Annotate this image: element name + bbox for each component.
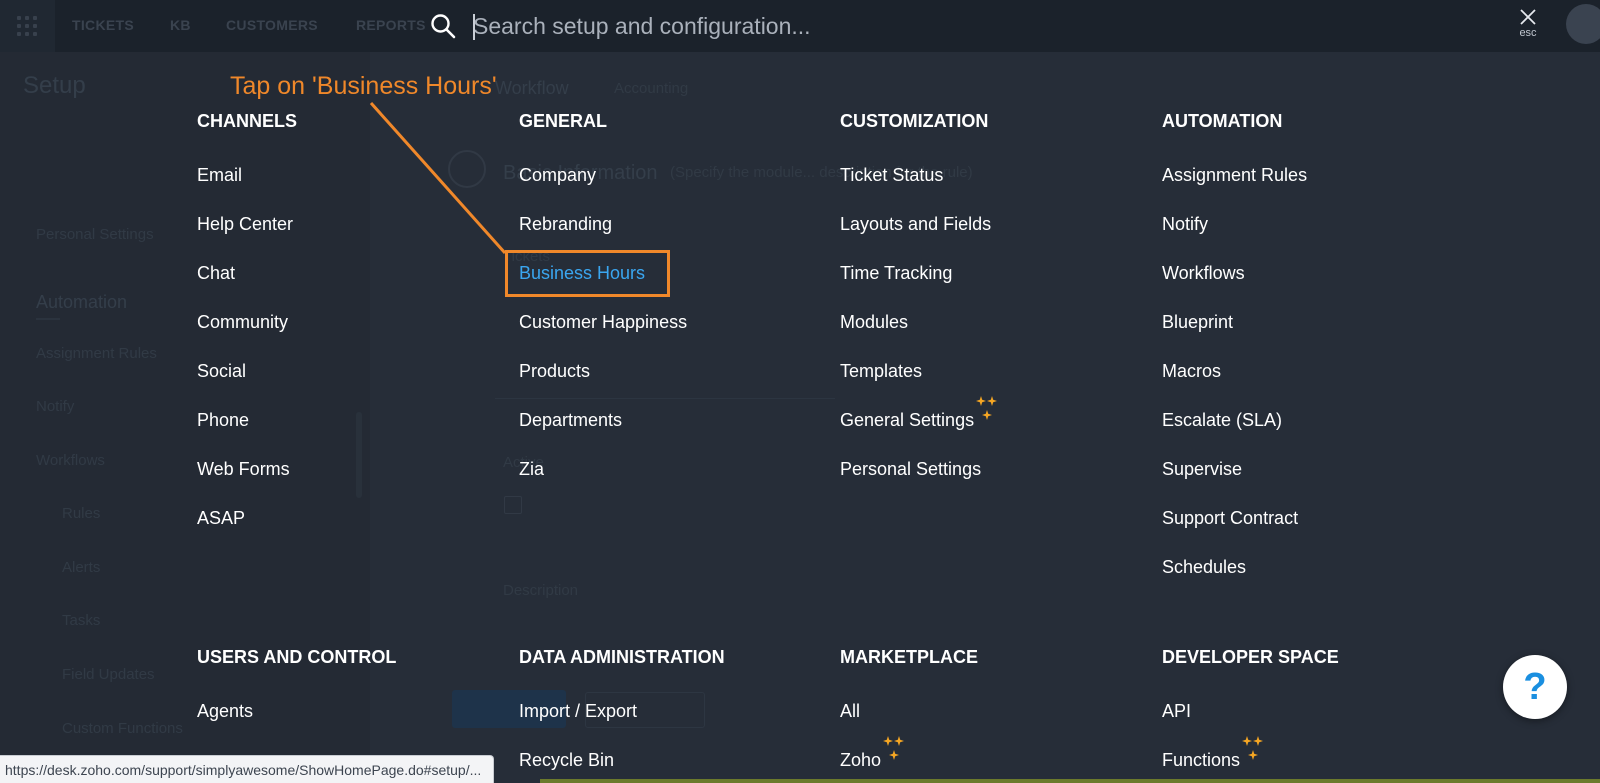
menu-item-macros[interactable]: Macros: [1162, 359, 1307, 408]
menu-item-customer-happiness[interactable]: Customer Happiness: [519, 310, 687, 359]
section-heading: DATA ADMINISTRATION: [519, 647, 725, 667]
section-heading: DEVELOPER SPACE: [1162, 647, 1339, 667]
menu-item-templates[interactable]: Templates: [840, 359, 998, 408]
menu-item-departments[interactable]: Departments: [519, 408, 687, 457]
sparkle-icon: [883, 736, 905, 760]
menu-section-customization: CUSTOMIZATION Ticket Status Layouts and …: [840, 109, 998, 506]
help-button[interactable]: ?: [1503, 655, 1567, 719]
menu-item-help-center[interactable]: Help Center: [197, 212, 297, 261]
menu-section-marketplace: MARKETPLACE All Zoho: [840, 645, 978, 783]
section-heading: CHANNELS: [197, 111, 298, 131]
menu-item-chat[interactable]: Chat: [197, 261, 297, 310]
menu-item-supervise[interactable]: Supervise: [1162, 457, 1307, 506]
bottom-strip: [540, 779, 1600, 783]
setup-search-overlay: esc Tap on 'Business Hours' CHANNELS Ema…: [0, 0, 1600, 783]
menu-item-import-export[interactable]: Import / Export: [519, 699, 725, 748]
menu-item-products[interactable]: Products: [519, 359, 687, 408]
status-bar-url: https://desk.zoho.com/support/simplyawes…: [0, 755, 495, 783]
sparkle-icon: [976, 396, 998, 420]
section-heading: GENERAL: [519, 111, 608, 131]
page: TICKETS KB CUSTOMERS REPORTS Setup Perso…: [0, 0, 1600, 783]
menu-item-notify[interactable]: Notify: [1162, 212, 1307, 261]
menu-item-functions[interactable]: Functions: [1162, 736, 1339, 783]
menu-item-label: General Settings: [840, 410, 975, 430]
menu-section-developer-space: DEVELOPER SPACE API Functions: [1162, 645, 1339, 783]
text-caret: [473, 14, 475, 40]
menu-item-recycle-bin[interactable]: Recycle Bin: [519, 748, 725, 783]
menu-section-automation: AUTOMATION Assignment Rules Notify Workf…: [1162, 109, 1307, 604]
menu-item-community[interactable]: Community: [197, 310, 297, 359]
menu-item-all[interactable]: All: [840, 699, 978, 748]
menu-item-schedules[interactable]: Schedules: [1162, 555, 1307, 604]
menu-item-assignment-rules[interactable]: Assignment Rules: [1162, 163, 1307, 212]
close-search-button[interactable]: esc: [1508, 4, 1548, 46]
menu-section-users-and-control: USERS AND CONTROL Agents: [197, 645, 396, 748]
menu-item-label: Zoho: [840, 750, 882, 770]
menu-item-zia[interactable]: Zia: [519, 457, 687, 506]
menu-item-business-hours[interactable]: Business Hours: [519, 261, 687, 310]
menu-item-workflows[interactable]: Workflows: [1162, 261, 1307, 310]
menu-item-zoho[interactable]: Zoho: [840, 736, 978, 783]
section-heading: USERS AND CONTROL: [197, 647, 397, 667]
menu-section-channels: CHANNELS Email Help Center Chat Communit…: [197, 109, 297, 555]
search-bar: esc: [0, 0, 1600, 52]
menu-item-web-forms[interactable]: Web Forms: [197, 457, 297, 506]
menu-item-layouts-and-fields[interactable]: Layouts and Fields: [840, 212, 998, 261]
menu-item-personal-settings[interactable]: Personal Settings: [840, 457, 998, 506]
menu-section-general: GENERAL Company Rebranding Business Hour…: [519, 109, 687, 506]
menu-item-escalate-sla[interactable]: Escalate (SLA): [1162, 408, 1307, 457]
menu-item-social[interactable]: Social: [197, 359, 297, 408]
menu-item-asap[interactable]: ASAP: [197, 506, 297, 555]
search-input[interactable]: [473, 6, 1453, 46]
menu-item-blueprint[interactable]: Blueprint: [1162, 310, 1307, 359]
avatar[interactable]: [1566, 4, 1600, 44]
section-heading: AUTOMATION: [1162, 111, 1283, 131]
menu-item-phone[interactable]: Phone: [197, 408, 297, 457]
menu-item-rebranding[interactable]: Rebranding: [519, 212, 687, 261]
menu-item-ticket-status[interactable]: Ticket Status: [840, 163, 998, 212]
menu-item-agents[interactable]: Agents: [197, 699, 396, 748]
menu-item-time-tracking[interactable]: Time Tracking: [840, 261, 998, 310]
menu-item-modules[interactable]: Modules: [840, 310, 998, 359]
close-icon: [1520, 9, 1536, 25]
section-heading: MARKETPLACE: [840, 647, 978, 667]
menu-item-support-contract[interactable]: Support Contract: [1162, 506, 1307, 555]
menu-section-data-administration: DATA ADMINISTRATION Import / Export Recy…: [519, 645, 725, 783]
hint-annotation: Tap on 'Business Hours': [230, 72, 497, 100]
esc-label: esc: [1519, 27, 1537, 39]
section-heading: CUSTOMIZATION: [840, 111, 989, 131]
question-icon: ?: [1523, 666, 1547, 708]
menu-item-email[interactable]: Email: [197, 163, 297, 212]
menu-item-general-settings[interactable]: General Settings: [840, 396, 998, 457]
menu-item-label: Functions: [1162, 750, 1241, 770]
menu-item-company[interactable]: Company: [519, 163, 687, 212]
sparkle-icon: [1242, 736, 1264, 760]
search-icon: [431, 14, 456, 39]
